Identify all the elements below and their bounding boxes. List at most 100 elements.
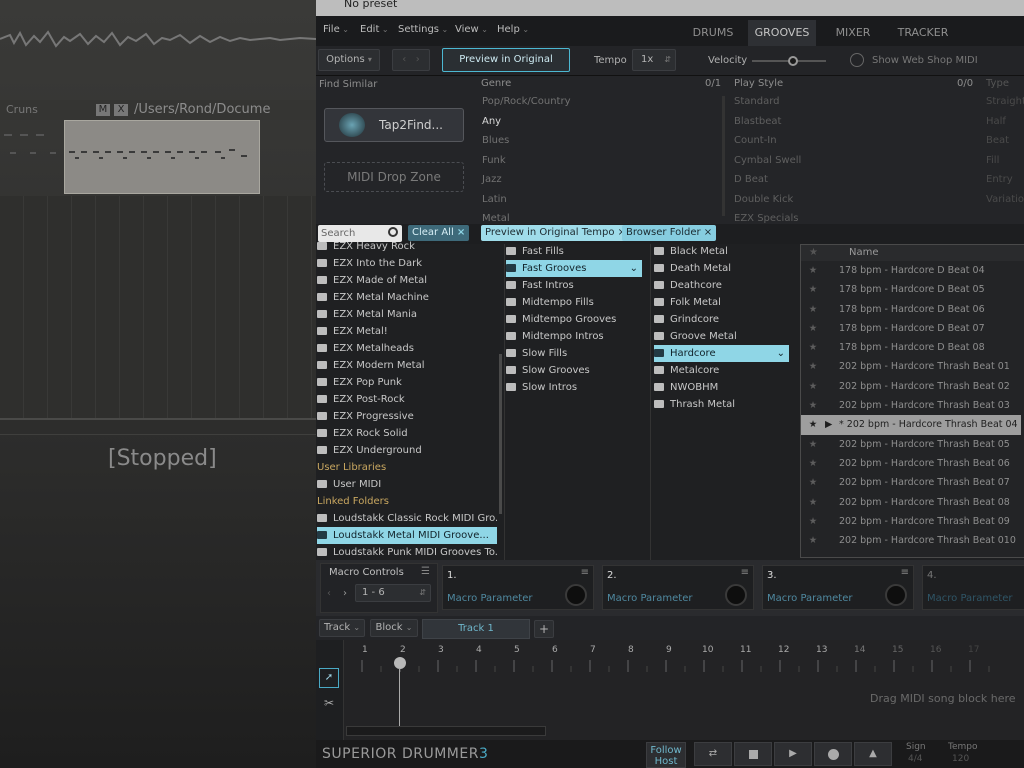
star-icon[interactable]: ★ bbox=[801, 319, 825, 338]
star-icon[interactable]: ★ bbox=[801, 396, 825, 415]
library-item[interactable]: EZX Heavy Rock bbox=[317, 238, 497, 255]
library-item[interactable]: EZX Post-Rock bbox=[317, 391, 497, 408]
play-style-item[interactable]: Count-In bbox=[734, 131, 964, 151]
tempo-value[interactable]: 120 bbox=[952, 754, 969, 764]
groove-row[interactable]: ★ 178 bpm - Hardcore D Beat 07 bbox=[801, 319, 1021, 338]
globe-icon[interactable] bbox=[850, 53, 864, 67]
groove-row[interactable]: ★ 202 bpm - Hardcore Thrash Beat 08 bbox=[801, 493, 1021, 512]
type-item[interactable]: Half bbox=[986, 112, 1024, 132]
groove-row[interactable]: ★ 178 bpm - Hardcore D Beat 06 bbox=[801, 300, 1021, 319]
timeline-ruler[interactable] bbox=[350, 646, 1024, 672]
menu-edit[interactable]: Edit bbox=[360, 24, 389, 35]
options-dropdown[interactable]: Options ▾ bbox=[318, 49, 380, 71]
groove-folder-item[interactable]: Fast Intros bbox=[506, 277, 642, 294]
star-icon[interactable]: ★ bbox=[801, 338, 825, 357]
genre-item[interactable]: Funk bbox=[482, 151, 722, 171]
linked-folder-item-selected[interactable]: Loudstakk Metal MIDI Groove...⌄ bbox=[317, 527, 497, 544]
style-folder-item[interactable]: Grindcore bbox=[654, 311, 789, 328]
chevron-right-icon[interactable]: › bbox=[416, 54, 420, 65]
library-item[interactable]: EZX Rock Solid bbox=[317, 425, 497, 442]
library-item[interactable]: EZX Made of Metal bbox=[317, 272, 497, 289]
stop-button[interactable] bbox=[734, 742, 772, 766]
tap2find-button[interactable]: Tap2Find... bbox=[324, 108, 464, 142]
macro-knob[interactable] bbox=[565, 584, 587, 606]
tab-tracker[interactable]: TRACKER bbox=[888, 20, 958, 46]
play-button[interactable]: ▶ bbox=[774, 742, 812, 766]
pointer-tool-icon[interactable]: ➚ bbox=[319, 668, 339, 688]
groove-folder-item[interactable]: Midtempo Intros bbox=[506, 328, 642, 345]
slot-menu-icon[interactable]: ≡ bbox=[581, 567, 589, 578]
midi-drop-zone[interactable]: MIDI Drop Zone bbox=[324, 162, 464, 192]
add-track-button[interactable]: + bbox=[534, 620, 554, 638]
macro-knob[interactable] bbox=[725, 584, 747, 606]
type-item[interactable]: Entry bbox=[986, 170, 1024, 190]
genre-item[interactable]: Jazz bbox=[482, 170, 722, 190]
star-icon[interactable]: ★ bbox=[801, 435, 825, 454]
metronome-button[interactable]: ▲ bbox=[854, 742, 892, 766]
loop-button[interactable]: ⇄ bbox=[694, 742, 732, 766]
preview-original-tempo-button[interactable]: Preview in Original Tempo bbox=[442, 48, 570, 87]
user-midi-item[interactable]: User MIDI bbox=[317, 476, 497, 493]
search-icon[interactable] bbox=[388, 227, 398, 237]
macro-slot-3[interactable]: 3. ≡ Macro Parameter bbox=[762, 565, 914, 610]
style-folder-item-selected[interactable]: Hardcore ⌄ bbox=[654, 345, 789, 362]
menu-settings[interactable]: Settings bbox=[398, 24, 448, 35]
groove-folder-item[interactable]: Slow Fills bbox=[506, 345, 642, 362]
genre-item[interactable]: Any bbox=[482, 112, 722, 132]
mute-button[interactable]: M bbox=[96, 104, 110, 116]
play-style-item[interactable]: Standard bbox=[734, 92, 964, 112]
sign-value[interactable]: 4/4 bbox=[908, 754, 922, 764]
style-folder-item[interactable]: Death Metal bbox=[654, 260, 789, 277]
library-scrollbar[interactable] bbox=[499, 354, 502, 514]
groove-folder-item[interactable]: Slow Grooves bbox=[506, 362, 642, 379]
linked-folder-item[interactable]: Loudstakk Classic Rock MIDI Gro... bbox=[317, 510, 497, 527]
library-item[interactable]: EZX Metalheads bbox=[317, 340, 497, 357]
style-folder-item[interactable]: Black Metal bbox=[654, 243, 789, 260]
chevron-right-icon[interactable]: › bbox=[343, 588, 347, 599]
macro-slot-4[interactable]: 4. Macro Parameter bbox=[922, 565, 1024, 610]
menu-file[interactable]: File bbox=[323, 24, 349, 35]
groove-row[interactable]: ★ 178 bpm - Hardcore D Beat 04 bbox=[801, 261, 1021, 280]
track-dropdown[interactable]: Track ⌄ bbox=[319, 619, 365, 637]
library-item[interactable]: EZX Modern Metal bbox=[317, 357, 497, 374]
star-icon[interactable]: ★ bbox=[801, 300, 825, 319]
play-style-item[interactable]: Double Kick bbox=[734, 190, 964, 210]
star-icon[interactable]: ★ bbox=[801, 357, 825, 376]
star-icon[interactable]: ★ bbox=[801, 531, 825, 550]
close-icon[interactable]: × bbox=[704, 227, 712, 238]
chevron-left-icon[interactable]: ‹ bbox=[327, 588, 331, 599]
groove-row[interactable]: ★ 202 bpm - Hardcore Thrash Beat 09 bbox=[801, 512, 1021, 531]
groove-row[interactable]: ★ 202 bpm - Hardcore Thrash Beat 01 bbox=[801, 357, 1021, 376]
type-item[interactable]: Straight bbox=[986, 92, 1024, 112]
style-folder-item[interactable]: Folk Metal bbox=[654, 294, 789, 311]
groove-folder-item[interactable]: Slow Intros bbox=[506, 379, 642, 396]
library-item[interactable]: EZX Progressive bbox=[317, 408, 497, 425]
star-icon[interactable]: ★ bbox=[801, 261, 825, 280]
tab-mixer[interactable]: MIXER bbox=[818, 20, 888, 46]
type-item[interactable]: Fill bbox=[986, 151, 1024, 171]
groove-row[interactable]: ★ 178 bpm - Hardcore D Beat 05 bbox=[801, 280, 1021, 299]
slot-menu-icon[interactable]: ≡ bbox=[741, 567, 749, 578]
groove-row[interactable]: ★ 178 bpm - Hardcore D Beat 08 bbox=[801, 338, 1021, 357]
show-web-shop-link[interactable]: Show Web Shop MIDI bbox=[872, 55, 978, 66]
groove-row[interactable]: ★ 202 bpm - Hardcore Thrash Beat 02 bbox=[801, 377, 1021, 396]
play-style-item[interactable]: Blastbeat bbox=[734, 112, 964, 132]
slot-menu-icon[interactable]: ≡ bbox=[901, 567, 909, 578]
groove-row[interactable]: ★ 202 bpm - Hardcore Thrash Beat 06 bbox=[801, 454, 1021, 473]
star-icon[interactable]: ★ bbox=[801, 512, 825, 531]
groove-row-selected[interactable]: ★ ▶ * 202 bpm - Hardcore Thrash Beat 04 bbox=[801, 415, 1021, 435]
groove-row[interactable]: ★ 202 bpm - Hardcore Thrash Beat 010 bbox=[801, 531, 1021, 550]
velocity-slider-handle[interactable] bbox=[787, 56, 798, 66]
tab-drums[interactable]: DRUMS bbox=[678, 20, 748, 46]
style-folder-item[interactable]: Groove Metal bbox=[654, 328, 789, 345]
close-icon[interactable]: × bbox=[457, 227, 465, 238]
block-dropdown[interactable]: Block ⌄ bbox=[370, 619, 418, 637]
groove-folder-item-selected[interactable]: Fast Grooves ⌄ bbox=[506, 260, 642, 277]
library-item[interactable]: EZX Metal Mania bbox=[317, 306, 497, 323]
play-style-item[interactable]: D Beat bbox=[734, 170, 964, 190]
genre-item[interactable]: Latin bbox=[482, 190, 722, 210]
nav-arrows[interactable]: ‹ › bbox=[392, 49, 430, 71]
midi-clip[interactable] bbox=[64, 120, 260, 194]
genre-item[interactable]: Pop/Rock/Country bbox=[482, 92, 722, 112]
play-style-item[interactable]: Cymbal Swell bbox=[734, 151, 964, 171]
